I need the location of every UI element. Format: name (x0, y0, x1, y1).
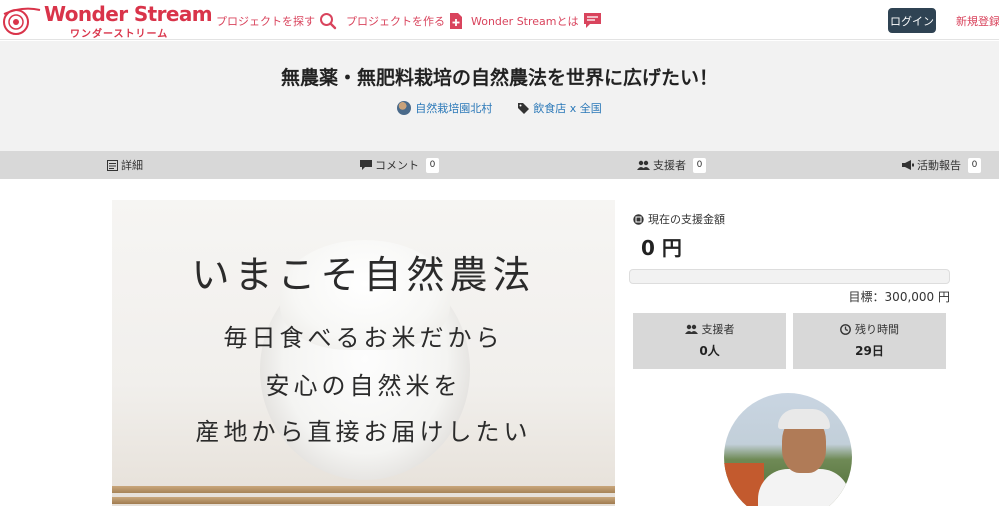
tab-comments[interactable]: コメント 0 (360, 157, 439, 173)
author-avatar (397, 101, 412, 115)
funding-label-text: 現在の支援金額 (648, 213, 725, 226)
users-icon (684, 324, 698, 334)
funding-progress-bar (629, 269, 950, 284)
tab-comments-label: コメント (375, 159, 419, 172)
tab-activity-reports[interactable]: 活動報告 0 (902, 157, 981, 173)
tab-comments-count: 0 (426, 157, 439, 173)
nav-about[interactable]: Wonder Streamとは (471, 10, 602, 32)
project-title: 無農薬・無肥料栽培の自然農法を世界に広げたい！ (280, 67, 718, 89)
document-plus-icon (450, 13, 462, 29)
remaining-time-stat-label-text: 残り時間 (855, 323, 899, 336)
tab-supporters[interactable]: 支援者 0 (637, 157, 706, 173)
site-header: Wonder Stream ワンダーストリーム プロジェクトを探す プロジェクト… (0, 0, 999, 40)
nav-find-projects-label: プロジェクトを探す (216, 15, 315, 28)
supporters-stat-label: 支援者 (633, 321, 786, 337)
tag-icon (518, 102, 530, 114)
image-line-1: 毎日食べるお米だから (223, 324, 504, 352)
remaining-time-stat: 残り時間 29日 (793, 313, 946, 369)
project-hero: 無農薬・無肥料栽培の自然農法を世界に広げたい！ 自然栽培園北村 飲食店 x 全国 (0, 41, 999, 151)
logo-subtitle: ワンダーストリーム (70, 29, 169, 40)
supporters-stat: 支援者 0人 (633, 313, 786, 369)
site-logo[interactable]: Wonder Stream ワンダーストリーム (2, 2, 213, 40)
project-author[interactable]: 自然栽培園北村 (397, 100, 492, 116)
nav-about-label: Wonder Streamとは (471, 15, 579, 28)
nav-create-project-label: プロジェクトを作る (346, 15, 445, 28)
project-meta: 自然栽培園北村 飲食店 x 全国 (0, 100, 999, 116)
project-tabs: 詳細 コメント 0 支援者 0 活動報告 0 (0, 151, 999, 179)
image-line-3: 産地から直接お届けしたい (195, 418, 532, 446)
nav-find-projects[interactable]: プロジェクトを探す (216, 10, 337, 32)
supporters-stat-label-text: 支援者 (701, 323, 735, 336)
remaining-time-stat-value: 29日 (855, 344, 884, 358)
login-button[interactable]: ログイン (888, 8, 936, 33)
funding-label: 現在の支援金額 (633, 211, 725, 227)
tab-supporters-label: 支援者 (653, 159, 686, 172)
nav-create-project[interactable]: プロジェクトを作る (346, 10, 463, 32)
image-line-2: 安心の自然米を (265, 372, 462, 400)
search-icon (320, 13, 337, 30)
clock-icon (840, 323, 851, 335)
author-name: 自然栽培園北村 (415, 102, 493, 115)
tab-activity-reports-label: 活動報告 (917, 159, 961, 172)
coin-icon (633, 213, 644, 225)
tab-details-label: 詳細 (121, 159, 143, 172)
funding-goal: 目標：300,000 円 (848, 290, 950, 304)
logo-mark-icon (3, 7, 41, 35)
users-icon (637, 160, 650, 170)
comment-icon (360, 159, 372, 170)
tab-supporters-count: 0 (693, 157, 706, 173)
project-main-image: いまこそ自然農法 毎日食べるお米だから 安心の自然米を 産地から直接お届けしたい (112, 200, 615, 506)
chat-bubble-icon (583, 13, 601, 28)
tab-details[interactable]: 詳細 (107, 157, 143, 173)
funding-amount: 0 円 (641, 236, 682, 260)
register-link[interactable]: 新規登録 (956, 13, 999, 29)
image-heading: いまこそ自然農法 (191, 253, 536, 297)
project-category[interactable]: 飲食店 x 全国 (518, 100, 602, 116)
supporters-stat-value: 0人 (699, 344, 720, 358)
chopsticks-graphic (112, 482, 615, 506)
tab-activity-reports-count: 0 (968, 157, 981, 173)
remaining-time-stat-label: 残り時間 (793, 321, 946, 337)
category-label: 飲食店 x 全国 (533, 102, 602, 115)
document-icon (107, 159, 118, 171)
logo-title: Wonder Stream (44, 2, 213, 26)
megaphone-icon (902, 159, 914, 170)
owner-avatar[interactable] (724, 393, 852, 506)
